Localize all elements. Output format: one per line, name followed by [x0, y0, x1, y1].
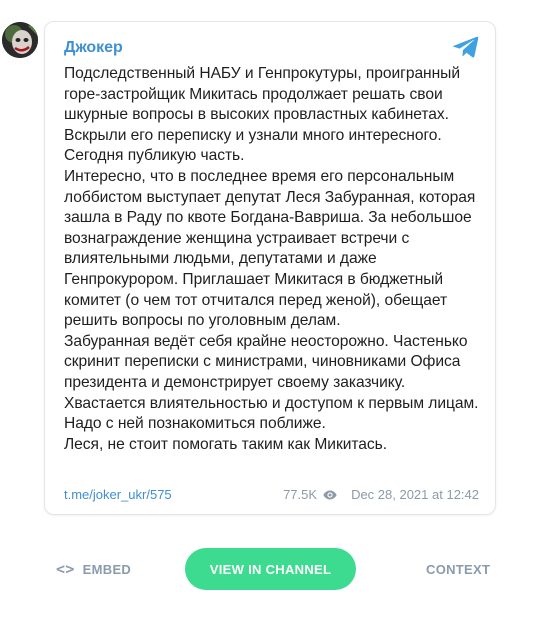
post-date[interactable]: Dec 28, 2021 at 12:42: [351, 487, 479, 502]
view-count: 77.5K: [283, 487, 318, 502]
channel-name[interactable]: Джокер: [64, 39, 123, 57]
post-text: Подследственный НАБУ и Генпрокутуры, про…: [64, 65, 479, 453]
post-meta: 77.5K Dec 28, 2021 at 12:42: [283, 487, 479, 502]
channel-avatar[interactable]: [2, 22, 38, 58]
post-link[interactable]: t.me/joker_ukr/575: [64, 487, 172, 502]
joker-avatar-icon: [2, 22, 38, 58]
action-bar: <> EMBED VIEW IN CHANNEL CONTEXT: [0, 548, 545, 592]
embed-button[interactable]: <> EMBED: [56, 560, 131, 578]
post-card: Джокер Подследственный НАБУ и Генпрокуту…: [44, 21, 496, 515]
view-in-channel-label: VIEW IN CHANNEL: [209, 561, 332, 577]
telegram-post-widget: Джокер Подследственный НАБУ и Генпрокуту…: [0, 0, 545, 625]
embed-label: EMBED: [82, 561, 132, 577]
context-button[interactable]: CONTEXT: [426, 562, 490, 577]
view-in-channel-button[interactable]: VIEW IN CHANNEL: [185, 548, 356, 590]
telegram-icon[interactable]: [453, 36, 479, 58]
code-brackets-icon: <>: [56, 560, 75, 578]
eye-icon: [323, 490, 337, 499]
post-footer: t.me/joker_ukr/575 77.5K Dec 28, 2021 at…: [64, 487, 479, 505]
